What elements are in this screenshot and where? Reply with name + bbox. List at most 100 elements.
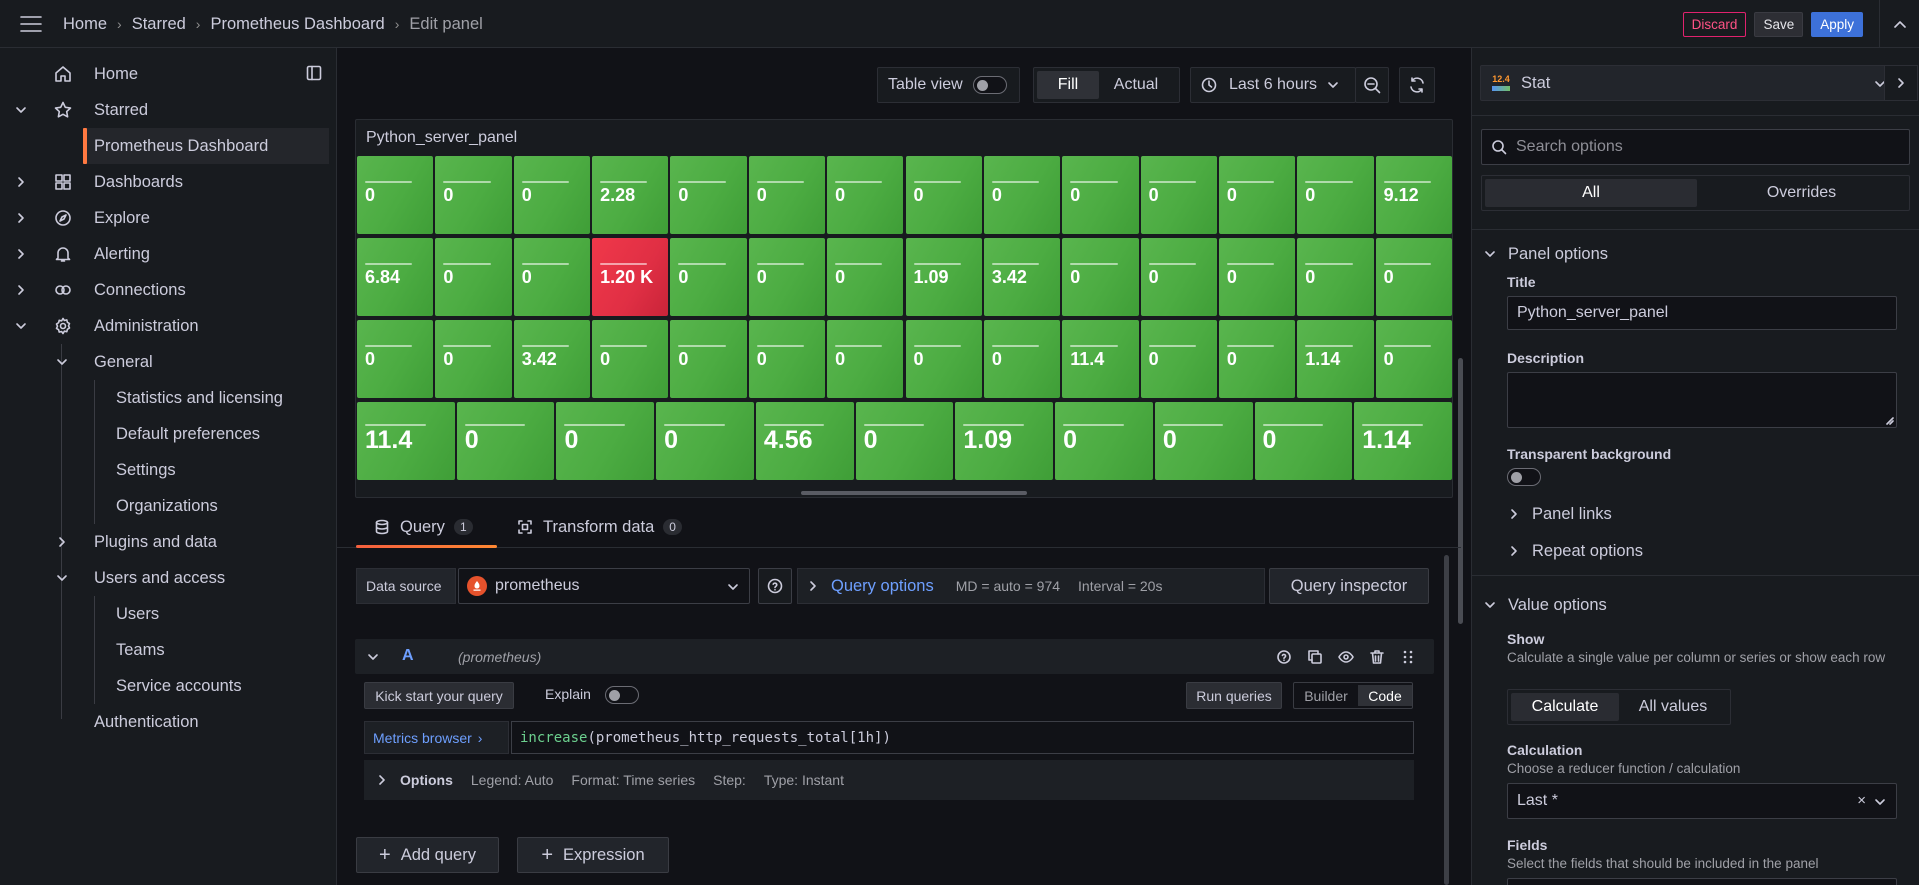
tab-transform-label: Transform data xyxy=(543,517,655,536)
stat-cell: 11.4 xyxy=(357,402,455,480)
panel-options-header[interactable]: Panel options xyxy=(1484,236,1608,272)
clear-icon[interactable]: × xyxy=(1857,792,1866,809)
search-options-input[interactable]: Search options xyxy=(1481,129,1910,165)
tab-transform-data[interactable]: Transform data 0 xyxy=(517,507,682,547)
stat-cell: 0 xyxy=(983,156,1061,234)
time-range-picker[interactable]: Last 6 hours xyxy=(1190,67,1356,103)
repeat-options-section[interactable]: Repeat options xyxy=(1508,533,1643,569)
data-source-help-button[interactable] xyxy=(758,568,792,604)
chevron-right-icon xyxy=(810,581,816,591)
sidebar-item-service-accounts[interactable]: Service accounts xyxy=(0,668,337,704)
copy-icon[interactable] xyxy=(1307,649,1323,665)
table-view-toggle[interactable] xyxy=(972,76,1007,94)
sidebar-item-settings[interactable]: Settings xyxy=(0,452,337,488)
collapse-topbar-button[interactable] xyxy=(1879,0,1919,48)
tab-all[interactable]: All xyxy=(1485,179,1697,207)
show-field-desc: Calculate a single value per column or s… xyxy=(1507,650,1886,665)
chevron-right-icon[interactable] xyxy=(15,248,27,260)
save-button[interactable]: Save xyxy=(1754,11,1804,37)
data-source-select[interactable]: prometheus xyxy=(458,568,750,604)
chevron-down-icon[interactable] xyxy=(15,320,27,332)
value-options-header[interactable]: Value options xyxy=(1484,587,1607,623)
visualization-picker[interactable]: 12.4 Stat xyxy=(1480,65,1901,101)
sidebar-item-prometheus-dashboard[interactable]: Prometheus Dashboard xyxy=(83,128,329,164)
sidebar-item-alerting[interactable]: Alerting xyxy=(0,236,337,272)
transparent-bg-toggle[interactable] xyxy=(1507,468,1541,486)
apply-button[interactable]: Apply xyxy=(1811,11,1863,37)
add-expression-button[interactable]: + Expression xyxy=(517,837,669,873)
sidebar-item-organizations[interactable]: Organizations xyxy=(0,488,337,524)
sidebar-item-teams[interactable]: Teams xyxy=(0,632,337,668)
chevron-down-icon[interactable] xyxy=(56,356,68,368)
stat-value: 0 xyxy=(1226,185,1237,205)
sidebar-item-administration[interactable]: Administration xyxy=(0,308,337,344)
trash-icon[interactable] xyxy=(1369,649,1385,665)
sidebar-item-connections[interactable]: Connections xyxy=(0,272,337,308)
query-ref-id[interactable]: A xyxy=(402,647,414,665)
title-input[interactable]: Python_server_panel xyxy=(1507,296,1897,330)
sidebar-item-users-access[interactable]: Users and access xyxy=(0,560,337,596)
step-summary: Step: xyxy=(713,772,746,788)
fill-option[interactable]: Fill xyxy=(1037,71,1099,99)
calculate-option[interactable]: Calculate xyxy=(1511,693,1619,721)
stat-cell: 0 xyxy=(1154,402,1253,480)
stat-value: 0 xyxy=(664,426,679,454)
zoom-out-button[interactable] xyxy=(1355,67,1389,103)
chevron-down-icon[interactable] xyxy=(367,651,379,663)
query-options-summary[interactable]: Options Legend: Auto Format: Time series… xyxy=(364,760,1414,800)
breadcrumb-dashboard[interactable]: Prometheus Dashboard xyxy=(210,15,384,34)
builder-option[interactable]: Builder xyxy=(1294,683,1358,708)
table-view-toggle-group[interactable]: Table view xyxy=(877,67,1020,103)
stat-cell: 0 xyxy=(1218,320,1296,398)
code-option[interactable]: Code xyxy=(1358,685,1412,706)
chevron-down-icon[interactable] xyxy=(56,572,68,584)
sparkline-mark xyxy=(443,181,491,183)
question-circle-icon[interactable] xyxy=(1276,649,1292,665)
sidebar-item-starred[interactable]: Starred xyxy=(0,92,337,128)
collapse-options-button[interactable] xyxy=(1884,65,1918,101)
panel-splitter-scrollbar[interactable] xyxy=(1458,358,1463,624)
sidebar-item-explore[interactable]: Explore xyxy=(0,200,337,236)
sidebar-item-dashboards[interactable]: Dashboards xyxy=(0,164,337,200)
sidebar-item-users[interactable]: Users xyxy=(0,596,337,632)
all-values-option[interactable]: All values xyxy=(1619,693,1727,721)
query-scrollbar[interactable] xyxy=(1444,555,1449,885)
sidebar-item-plugins[interactable]: Plugins and data xyxy=(0,524,337,560)
chevron-right-icon[interactable] xyxy=(56,536,68,548)
sidebar-item-authentication[interactable]: Authentication xyxy=(0,704,337,740)
panel-links-section[interactable]: Panel links xyxy=(1508,496,1612,532)
sidebar-item-statistics[interactable]: Statistics and licensing xyxy=(0,380,337,416)
breadcrumb-starred[interactable]: Starred xyxy=(132,15,186,34)
actual-option[interactable]: Actual xyxy=(1099,71,1173,99)
tab-query[interactable]: Query 1 xyxy=(374,507,473,547)
stat-viz-icon: 12.4 xyxy=(1491,73,1511,93)
tab-overrides[interactable]: Overrides xyxy=(1697,179,1906,207)
query-options-bar[interactable]: Query options MD = auto = 974 Interval =… xyxy=(797,568,1265,604)
fields-select[interactable] xyxy=(1507,878,1897,885)
sidebar-item-default-preferences[interactable]: Default preferences xyxy=(0,416,337,452)
chevron-right-icon[interactable] xyxy=(15,284,27,296)
chevron-right-icon[interactable] xyxy=(15,176,27,188)
discard-button[interactable]: Discard xyxy=(1682,11,1747,37)
chevron-up-icon xyxy=(1893,21,1906,28)
description-textarea[interactable] xyxy=(1507,372,1897,428)
run-queries-button[interactable]: Run queries xyxy=(1186,682,1282,709)
explain-toggle[interactable] xyxy=(605,686,639,704)
query-inspector-button[interactable]: Query inspector xyxy=(1269,568,1429,604)
drag-handle-icon[interactable] xyxy=(1402,649,1414,665)
chevron-right-icon[interactable] xyxy=(15,212,27,224)
eye-icon[interactable] xyxy=(1338,649,1354,665)
chevron-down-icon[interactable] xyxy=(15,104,27,116)
menu-icon[interactable] xyxy=(19,15,43,33)
promql-code-input[interactable]: increase (prometheus_http_requests_total[… xyxy=(511,721,1414,754)
panel-links-label: Panel links xyxy=(1532,504,1612,523)
sidebar-item-home[interactable]: Home xyxy=(0,56,337,92)
sidebar-item-general[interactable]: General xyxy=(0,344,337,380)
horizontal-scrollbar[interactable] xyxy=(801,491,1027,495)
add-query-button[interactable]: + Add query xyxy=(356,837,499,873)
calculation-select[interactable]: Last * × xyxy=(1507,783,1897,819)
breadcrumb-home[interactable]: Home xyxy=(63,15,107,34)
kick-start-button[interactable]: Kick start your query xyxy=(364,682,514,709)
metrics-browser-button[interactable]: Metrics browser › xyxy=(364,721,509,754)
refresh-button[interactable] xyxy=(1399,67,1435,103)
